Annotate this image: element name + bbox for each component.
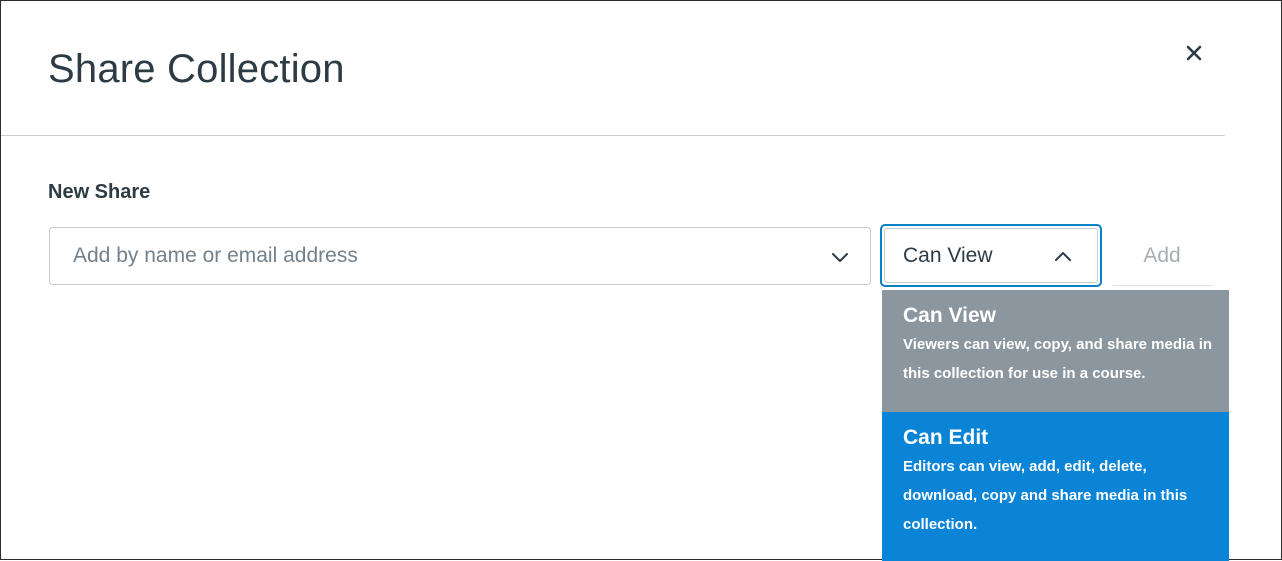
name-or-email-field[interactable] <box>49 227 871 285</box>
close-icon <box>1186 45 1202 61</box>
option-can-view[interactable]: Can View Viewers can view, copy, and sha… <box>882 290 1229 412</box>
permission-select-value: Can View <box>903 243 993 267</box>
name-or-email-input[interactable] <box>71 243 815 269</box>
chevron-down-icon[interactable] <box>830 248 850 266</box>
option-can-edit[interactable]: Can Edit Editors can view, add, edit, de… <box>882 412 1229 561</box>
add-button-underline <box>1113 285 1213 286</box>
option-description: Viewers can view, copy, and share media … <box>903 336 1213 382</box>
close-button[interactable] <box>1180 39 1208 67</box>
dialog-title: Share Collection <box>48 47 345 91</box>
option-title: Can Edit <box>903 426 989 449</box>
add-button[interactable]: Add <box>1111 227 1213 285</box>
option-description: Editors can view, add, edit, delete, dow… <box>903 458 1188 533</box>
permission-select[interactable]: Can View <box>880 224 1102 287</box>
chevron-up-icon[interactable] <box>1053 248 1073 264</box>
permission-dropdown-menu: Can View Viewers can view, copy, and sha… <box>882 290 1229 561</box>
new-share-label: New Share <box>48 181 151 203</box>
option-title: Can View <box>903 304 996 327</box>
header-divider <box>1 135 1225 136</box>
share-collection-dialog: Share Collection New Share Can View Add … <box>0 0 1282 561</box>
